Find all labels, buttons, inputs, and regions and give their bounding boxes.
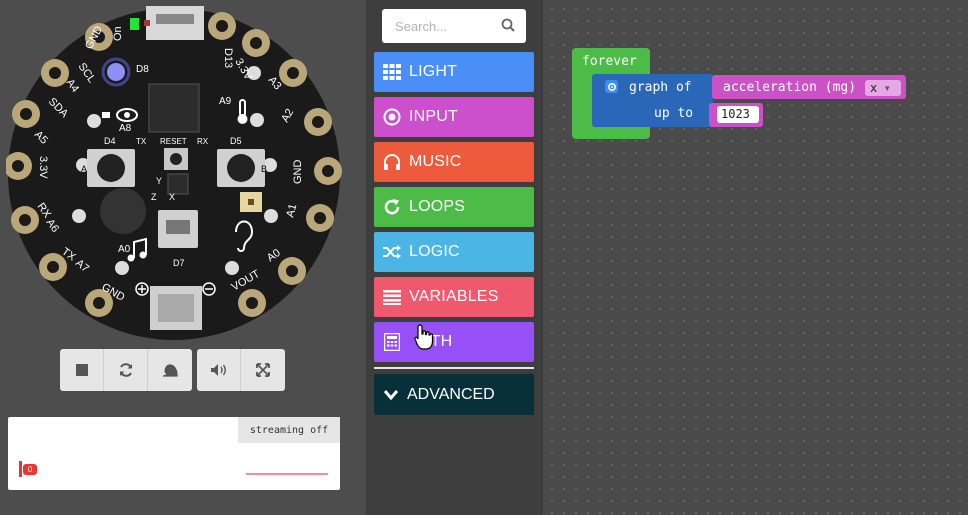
category-label: LOGIC — [409, 243, 460, 260]
reset-button[interactable] — [170, 153, 182, 165]
simulator-controls — [60, 349, 192, 391]
headphones-icon — [381, 151, 403, 173]
simulator-options — [197, 349, 285, 391]
acceleration-label: acceleration (mg) — [723, 80, 857, 95]
label-button-a: A — [81, 164, 87, 174]
slow-motion-button[interactable] — [148, 349, 192, 391]
category-logic[interactable]: LOGIC — [374, 232, 534, 272]
search-icon[interactable] — [501, 18, 515, 32]
axis-dropdown[interactable]: x ▼ — [865, 80, 901, 96]
label-x: X — [169, 192, 175, 202]
label-y: Y — [156, 176, 162, 186]
neopixel — [72, 209, 86, 223]
category-label: ATH — [421, 333, 453, 350]
speaker — [100, 188, 146, 234]
grid-icon — [381, 61, 403, 83]
category-label: LIGHT — [409, 63, 458, 80]
streaming-status-button[interactable]: streaming off — [238, 417, 340, 443]
gear-icon[interactable] — [605, 80, 618, 93]
neopixel — [250, 113, 264, 127]
stop-icon — [75, 364, 88, 376]
category-variables[interactable]: VARIABLES — [374, 277, 534, 317]
category-list: LIGHT INPUT MUSIC LOOPS LOGIC VARIABLES … — [374, 52, 534, 367]
graph-marker — [19, 461, 22, 477]
neopixel — [264, 209, 278, 223]
label-a8: A8 — [119, 123, 132, 134]
up-to-label: up to — [654, 106, 694, 121]
microcontroller-chip — [148, 83, 200, 133]
label-a9: A9 — [219, 96, 232, 107]
stop-button[interactable] — [60, 349, 104, 391]
calculator-icon — [381, 331, 403, 353]
category-light[interactable]: LIGHT — [374, 52, 534, 92]
label-d4: D4 — [104, 136, 116, 146]
up-to-number-field[interactable]: 1023 — [717, 106, 759, 123]
fullscreen-icon — [256, 363, 270, 377]
block-toolbox: LIGHT INPUT MUSIC LOOPS LOGIC — [366, 0, 542, 515]
button-b[interactable] — [227, 154, 255, 182]
list-icon — [381, 286, 403, 308]
forever-label: forever — [582, 54, 637, 69]
restart-button[interactable] — [104, 349, 148, 391]
category-loops[interactable]: LOOPS — [374, 187, 534, 227]
board-graphic: GND On D13 D8 SCL A4 3.3V A3 SDA A5 A9 A… — [6, 6, 342, 340]
category-label: INPUT — [409, 108, 458, 125]
toolbox-divider — [374, 367, 534, 369]
label-d5: D5 — [230, 136, 242, 146]
category-label: VARIABLES — [409, 288, 499, 305]
label-rx-small: RX — [197, 137, 209, 146]
power-led — [130, 18, 139, 30]
neopixel-lit — [107, 63, 125, 81]
slow-motion-icon — [163, 364, 178, 377]
blocks-workspace[interactable]: forever graph of up to acceleration (mg)… — [542, 0, 968, 515]
chevron-down-icon — [383, 389, 399, 400]
category-label: LOOPS — [409, 198, 466, 215]
accelerometer-chip — [167, 173, 189, 195]
serial-console[interactable]: streaming off 0 — [8, 417, 340, 490]
target-icon — [381, 106, 403, 128]
label-button-b: B — [261, 164, 267, 174]
shuffle-icon — [381, 241, 403, 263]
graph-of-label: graph of — [629, 80, 692, 95]
dropdown-arrow-icon: ▼ — [883, 83, 892, 93]
label-d7: D7 — [173, 258, 185, 268]
category-advanced[interactable]: ADVANCED — [374, 374, 534, 415]
graph-value-badge: 0 — [23, 464, 37, 475]
neopixel — [225, 261, 239, 275]
sound-button[interactable] — [197, 349, 241, 391]
label-3v3-left: 3.3V — [37, 156, 49, 179]
restart-icon — [119, 363, 132, 377]
label-d8: D8 — [136, 64, 149, 75]
category-label: MUSIC — [409, 153, 462, 170]
label-gnd-right: GND — [292, 160, 304, 185]
label-a0-left: A0 — [118, 244, 131, 255]
category-input[interactable]: INPUT — [374, 97, 534, 137]
search-input[interactable] — [395, 18, 495, 34]
category-music[interactable]: MUSIC — [374, 142, 534, 182]
category-math[interactable]: ATH — [374, 322, 534, 362]
label-reset: RESET — [160, 137, 187, 146]
label-tx-small: TX — [136, 137, 147, 146]
label-d13: D13 — [222, 48, 234, 68]
neopixel — [115, 261, 129, 275]
neopixel — [87, 114, 101, 128]
label-on: On — [112, 26, 124, 41]
sound-icon — [210, 364, 226, 376]
refresh-icon — [381, 196, 403, 218]
simulator-pane: GND On D13 D8 SCL A4 3.3V A3 SDA A5 A9 A… — [0, 0, 366, 515]
circuit-playground-board[interactable]: GND On D13 D8 SCL A4 3.3V A3 SDA A5 A9 A… — [6, 6, 342, 342]
advanced-label: ADVANCED — [407, 385, 495, 403]
toolbox-search[interactable] — [382, 9, 526, 43]
simulator-toolbar — [60, 349, 285, 391]
graph-line — [246, 473, 328, 475]
button-a[interactable] — [97, 154, 125, 182]
label-z: Z — [151, 192, 157, 202]
d13-led — [144, 20, 150, 26]
fullscreen-button[interactable] — [241, 349, 285, 391]
axis-dropdown-value: x — [870, 81, 878, 95]
